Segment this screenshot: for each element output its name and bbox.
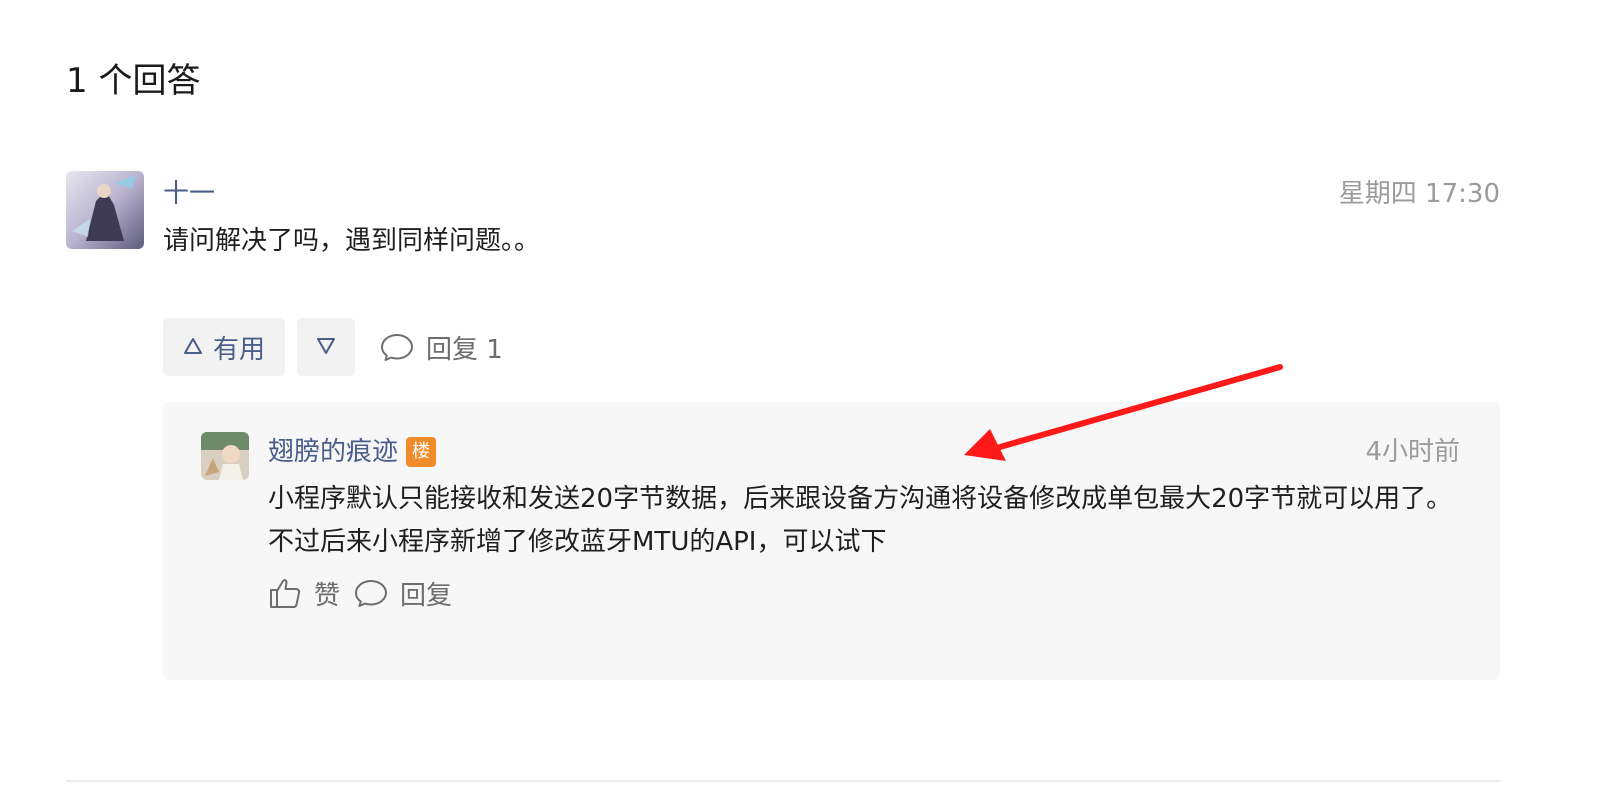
not-useful-button[interactable] [297, 318, 355, 376]
answer-content: 请问解决了吗，遇到同样问题。。 [163, 226, 541, 256]
useful-button[interactable]: 有用 [163, 318, 285, 376]
reply-author-avatar[interactable] [201, 432, 249, 480]
reply-count-button[interactable]: 回复 1 [380, 330, 503, 365]
answers-count-heading: 1 个回答 [66, 61, 201, 101]
reply-author-name[interactable]: 翅膀的痕迹 [268, 435, 398, 469]
triangle-up-icon [183, 332, 203, 362]
answer-author-avatar[interactable] [66, 171, 144, 249]
answer-author-name[interactable]: 十一 [163, 177, 215, 211]
reply-content: 小程序默认只能接收和发送20字节数据，后来跟设备方沟通将设备修改成单包最大20字… [268, 484, 1453, 557]
divider [66, 780, 1500, 782]
comment-icon [354, 578, 388, 608]
triangle-down-icon [316, 332, 336, 362]
annotation-arrow [950, 355, 1290, 479]
reply-author[interactable]: 翅膀的痕迹 楼 [268, 435, 437, 469]
comment-icon [380, 332, 414, 362]
reply-actions: 赞 回复 [268, 574, 452, 612]
reply-label: 回复 [400, 580, 453, 611]
like-label: 赞 [314, 580, 341, 611]
answer-timestamp: 星期四 17:30 [1338, 179, 1500, 209]
reply-button[interactable]: 回复 [354, 575, 452, 612]
reply-timestamp: 4小时前 [1365, 437, 1460, 467]
reply-count-label: 回复 1 [426, 334, 503, 365]
floor-owner-badge: 楼 [406, 437, 437, 467]
like-button[interactable]: 赞 [268, 575, 340, 612]
useful-label: 有用 [212, 334, 265, 365]
thumbs-up-icon [268, 577, 302, 609]
